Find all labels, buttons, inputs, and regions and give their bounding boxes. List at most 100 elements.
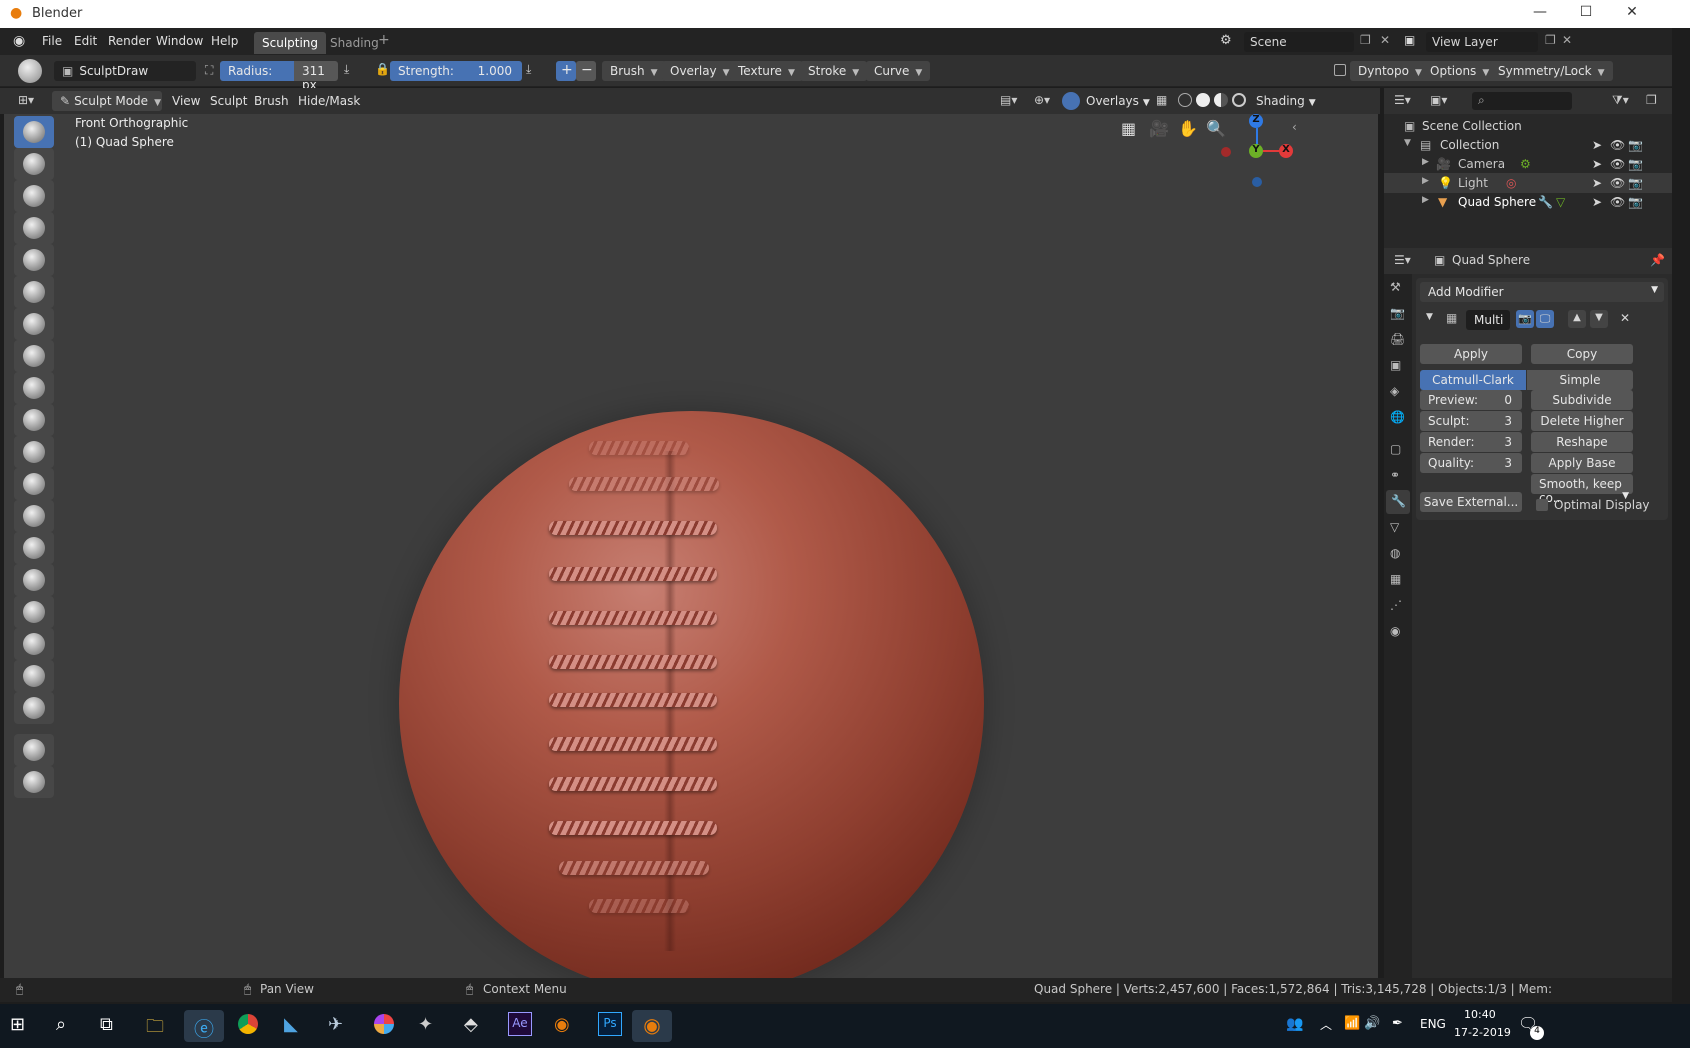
scene-name-field[interactable]: Scene xyxy=(1244,32,1354,52)
scene-tab-icon[interactable]: ◈ xyxy=(1390,384,1399,398)
menu-view[interactable]: View xyxy=(172,94,200,108)
menu-file[interactable]: File xyxy=(42,34,62,48)
menu-sculpt[interactable]: Sculpt xyxy=(210,94,247,108)
tool-draw[interactable] xyxy=(14,116,54,148)
network-icon[interactable]: 📶 xyxy=(1344,1016,1360,1031)
constraints-tab-icon[interactable]: ⚭ xyxy=(1390,468,1400,482)
visibility-eye-icon[interactable]: 👁 xyxy=(1610,138,1625,152)
radius-pressure-icon[interactable]: ⤓ xyxy=(344,62,349,77)
blender-menu-icon[interactable]: ◉ xyxy=(13,33,25,49)
tool-rotate[interactable] xyxy=(14,628,54,660)
render-tab-icon[interactable]: 📷 xyxy=(1390,306,1405,320)
tool-blob[interactable] xyxy=(14,276,54,308)
select-toggle-icon[interactable]: ➤ xyxy=(1592,176,1602,190)
render-camera-icon[interactable]: 📷 xyxy=(1628,176,1643,190)
add-modifier-dropdown[interactable]: Add Modifier ▼ xyxy=(1420,282,1664,302)
tool-flatten[interactable] xyxy=(14,372,54,404)
dyntopo-menu[interactable]: Dyntopo ▼ xyxy=(1350,61,1430,81)
tool-clay[interactable] xyxy=(14,148,54,180)
particles-tab-icon[interactable]: ⋰ xyxy=(1390,598,1402,612)
file-explorer-icon[interactable]: 🗀 xyxy=(146,1014,164,1044)
menu-window[interactable]: Window xyxy=(156,34,203,48)
radius-value[interactable]: 311 px xyxy=(294,61,338,92)
object-tab-icon[interactable]: ▢ xyxy=(1390,442,1401,456)
material-tab-icon[interactable]: ◍ xyxy=(1390,546,1400,560)
apply-base-button[interactable]: Apply Base xyxy=(1531,453,1633,473)
delete-higher-button[interactable]: Delete Higher xyxy=(1531,411,1633,431)
tool-layer[interactable] xyxy=(14,212,54,244)
tool-mask[interactable] xyxy=(14,692,54,724)
menu-hide-mask[interactable]: Hide/Mask xyxy=(298,94,360,108)
filter-icon[interactable]: ⧩▾ xyxy=(1612,93,1629,108)
properties-editor-type-icon[interactable]: ☰▾ xyxy=(1394,253,1411,267)
menu-edit[interactable]: Edit xyxy=(74,34,97,48)
view-layer-icon[interactable]: ▣ xyxy=(1404,33,1415,47)
expand-arrow-icon[interactable]: ▶ xyxy=(1422,176,1429,186)
tool-box-hide[interactable] xyxy=(14,734,54,766)
new-collection-icon[interactable]: ❐ xyxy=(1646,93,1657,107)
neg-x-axis-handle[interactable] xyxy=(1221,147,1231,157)
app-icon-4[interactable]: ✦ xyxy=(418,1014,433,1035)
render-camera-icon[interactable]: 📷 xyxy=(1628,157,1643,171)
brush-menu[interactable]: Brush ▼ xyxy=(602,61,666,81)
subdivide-button[interactable]: Subdivide xyxy=(1531,390,1633,410)
world-tab-icon[interactable]: 🌐 xyxy=(1390,410,1405,424)
outliner-editor-type-icon[interactable]: ☰▾ xyxy=(1394,93,1411,107)
overlay-menu[interactable]: Overlay ▼ xyxy=(662,61,738,81)
gizmo-toggle-icon[interactable]: ⊕▾ xyxy=(1034,93,1050,107)
app-icon-2[interactable]: ✈ xyxy=(328,1014,343,1035)
curve-menu[interactable]: Curve ▼ xyxy=(866,61,931,81)
tool-scrape[interactable] xyxy=(14,436,54,468)
render-levels-field[interactable]: Render: 3 xyxy=(1420,432,1522,452)
apply-button[interactable]: Apply xyxy=(1420,344,1522,364)
tool-tab-icon[interactable]: ⚒ xyxy=(1390,280,1401,294)
copy-button[interactable]: Copy xyxy=(1531,344,1633,364)
sculpt-levels-field[interactable]: Sculpt: 3 xyxy=(1420,411,1522,431)
tool-box-mask[interactable] xyxy=(14,766,54,798)
select-toggle-icon[interactable]: ➤ xyxy=(1592,195,1602,209)
maximize-button[interactable]: ☐ xyxy=(1566,4,1606,20)
shading-menu[interactable]: Shading ▼ xyxy=(1256,94,1316,108)
quad-sphere-mesh[interactable] xyxy=(399,411,984,978)
remove-modifier-icon[interactable]: ✕ xyxy=(1620,311,1630,325)
minimize-button[interactable]: — xyxy=(1520,4,1560,20)
texture-menu[interactable]: Texture ▼ xyxy=(730,61,803,81)
tray-chevron-up-icon[interactable]: ︿ xyxy=(1320,1016,1332,1033)
y-axis-handle[interactable]: Y xyxy=(1249,144,1263,158)
render-toggle-icon[interactable]: 📷 xyxy=(1516,310,1534,328)
texture-tab-icon[interactable]: ▦ xyxy=(1390,572,1401,586)
strength-pressure-icon[interactable]: ⤓ xyxy=(526,62,531,77)
view-layer-tab-icon[interactable]: ▣ xyxy=(1390,358,1401,372)
radius-label[interactable]: Radius: xyxy=(220,61,294,81)
modifier-name-field[interactable]: Multi xyxy=(1466,310,1510,330)
view-object-types-icon[interactable]: ▤▾ xyxy=(1000,93,1017,107)
outliner-search-input[interactable]: ⌕ xyxy=(1472,92,1572,110)
view-layer-field[interactable]: View Layer xyxy=(1426,32,1538,52)
photoshop-icon[interactable]: Ps xyxy=(598,1012,622,1036)
menu-help[interactable]: Help xyxy=(211,34,238,48)
tool-grab[interactable] xyxy=(14,500,54,532)
quality-field[interactable]: Quality: 3 xyxy=(1420,453,1522,473)
internet-explorer-icon[interactable]: ⓔ xyxy=(184,1010,224,1042)
tool-nudge[interactable] xyxy=(14,596,54,628)
tool-fill[interactable] xyxy=(14,404,54,436)
display-mode-icon[interactable]: ▣▾ xyxy=(1430,93,1447,107)
3d-viewport[interactable]: Front Orthographic (1) Quad Sphere ▦ 🎥 ✋… xyxy=(4,114,1378,978)
viewport-toggle-icon[interactable]: 🖵 xyxy=(1536,310,1554,328)
outliner-row-collection[interactable]: ▼ ▤ Collection ➤ 👁 📷 xyxy=(1384,135,1672,155)
new-scene-icon[interactable]: ❐ xyxy=(1360,33,1371,47)
pen-icon[interactable]: ✒ xyxy=(1392,1016,1403,1031)
optimal-display-checkbox[interactable] xyxy=(1536,499,1548,511)
tab-sculpting[interactable]: Sculpting xyxy=(254,32,327,54)
outliner-row-quad-sphere[interactable]: ▶ ▼ Quad Sphere 🔧 ▽ ➤ 👁 📷 xyxy=(1384,192,1672,212)
pan-hand-icon[interactable]: ✋ xyxy=(1178,119,1198,138)
pin-icon[interactable]: 📌 xyxy=(1650,253,1665,267)
blender-taskbar-icon-2[interactable]: ◉ xyxy=(632,1010,672,1042)
move-up-icon[interactable]: ▲ xyxy=(1568,310,1586,328)
tool-smooth[interactable] xyxy=(14,340,54,372)
overlays-menu[interactable]: Overlays ▼ xyxy=(1086,94,1150,108)
delete-view-layer-icon[interactable]: ✕ xyxy=(1562,33,1572,47)
expand-arrow-icon[interactable]: ▼ xyxy=(1404,138,1411,148)
visibility-eye-icon[interactable]: 👁 xyxy=(1610,176,1625,190)
tool-snake-hook[interactable] xyxy=(14,532,54,564)
